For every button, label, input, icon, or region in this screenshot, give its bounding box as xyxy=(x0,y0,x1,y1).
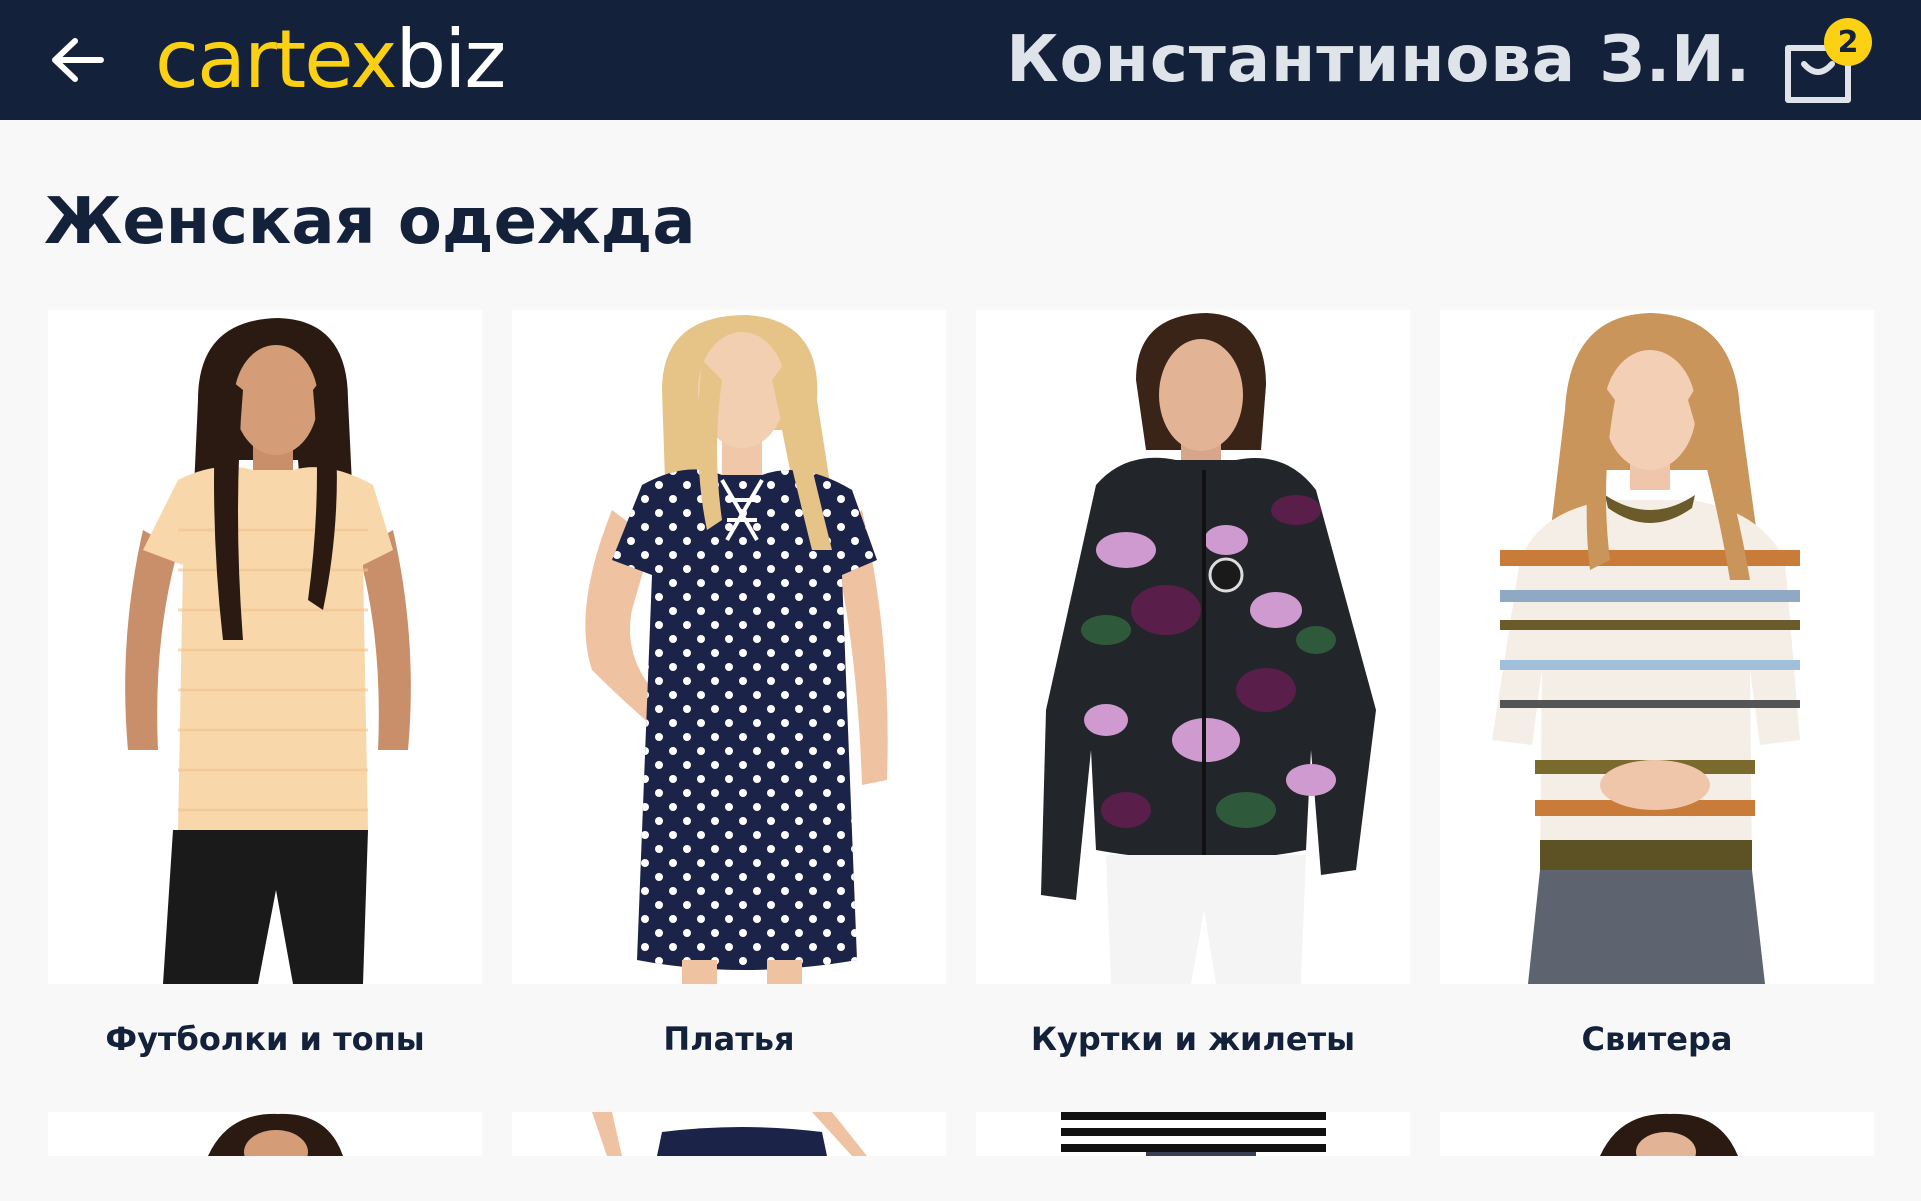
category-card-next-1[interactable] xyxy=(48,1112,482,1156)
woman-tshirt-image xyxy=(48,310,482,984)
category-card-next-3[interactable] xyxy=(976,1112,1410,1156)
category-label: Свитера xyxy=(1581,1020,1733,1058)
cart-count-badge: 2 xyxy=(1824,18,1872,66)
woman-jacket-image xyxy=(976,310,1410,984)
logo-text-primary: cartex xyxy=(155,13,397,106)
logo-text-secondary: biz xyxy=(395,13,506,106)
category-card-next-2[interactable] xyxy=(512,1112,946,1156)
category-card-tshirts[interactable]: Футболки и топы xyxy=(48,310,482,1094)
striped-top-image xyxy=(1061,1112,1326,1156)
woman-portrait-image xyxy=(1600,1113,1738,1156)
woman-dress-image xyxy=(512,310,946,984)
category-card-sweaters[interactable]: Свитера xyxy=(1440,310,1874,1094)
woman-portrait-image xyxy=(208,1113,343,1156)
woman-sweater-image xyxy=(1440,310,1874,984)
back-button[interactable] xyxy=(42,30,112,90)
category-card-dresses[interactable]: Платья xyxy=(512,310,946,1094)
page-background xyxy=(0,1156,1921,1201)
user-name[interactable]: Константинова З.И. xyxy=(1006,0,1751,120)
category-card-next-4[interactable] xyxy=(1440,1112,1874,1156)
navy-garment-image xyxy=(592,1112,867,1156)
arrow-left-icon xyxy=(52,38,104,82)
category-card-jackets[interactable]: Куртки и жилеты xyxy=(976,310,1410,1094)
category-label: Футболки и топы xyxy=(105,1020,425,1058)
cartexbiz-logo[interactable]: cartex biz xyxy=(155,10,506,110)
category-label: Платья xyxy=(663,1020,795,1058)
cart-button[interactable]: 2 xyxy=(1778,18,1888,108)
page-title: Женская одежда xyxy=(44,185,696,259)
top-app-bar: cartex biz Константинова З.И. 2 xyxy=(0,0,1921,120)
category-label: Куртки и жилеты xyxy=(1030,1020,1356,1058)
